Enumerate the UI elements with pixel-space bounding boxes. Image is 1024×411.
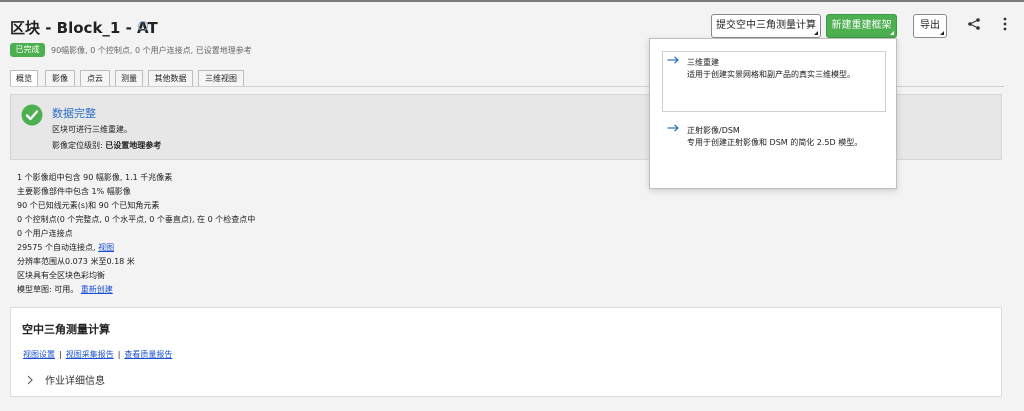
export-button[interactable]: 导出	[913, 14, 947, 38]
dropdown-corner-icon	[814, 31, 818, 35]
auto-tie-points-text: 29575 个自动连接点,	[17, 243, 99, 252]
stat-known-elements: 90 个已知线元素(s)和 90 个已知角元素	[17, 201, 160, 210]
panel-ready-text: 区块可进行三维重建。	[52, 125, 132, 134]
new-reconstruction-menu: 三维重建 适用于创建实景网格和副产品的真实三维模型。 正射影像/DSM 专用于创…	[649, 38, 897, 189]
chevron-right-icon	[27, 375, 33, 385]
dropdown-corner-icon	[940, 31, 944, 35]
tab-3d-view[interactable]: 三维视图	[198, 70, 244, 87]
stat-control-points: 0 个控制点(0 个完整点, 0 个水平点, 0 个垂直点), 在 0 个检查点…	[17, 215, 256, 224]
menu-item-description: 专用于创建正射影像和 DSM 的简化 2.5D 模型。	[687, 138, 863, 147]
panel-georef-text: 影像定位级别: 已设置地理参考	[52, 140, 161, 151]
card-title: 空中三角测量计算	[22, 323, 110, 336]
recreate-link[interactable]: 重新创建	[81, 285, 113, 294]
model-sketch-text: 模型草图: 可用。	[17, 285, 81, 294]
menu-item-ortho-dsm[interactable]: 正射影像/DSM 专用于创建正射影像和 DSM 的简化 2.5D 模型。	[662, 119, 886, 159]
stat-user-tie-points: 0 个用户连接点	[17, 229, 73, 238]
menu-item-title: 三维重建	[687, 58, 719, 67]
view-tie-points-link[interactable]: 视图	[98, 243, 114, 252]
more-vertical-icon[interactable]	[1002, 17, 1008, 31]
view-settings-link[interactable]: 视图设置	[23, 350, 55, 359]
submit-aerotriangulation-label: 提交空中三角测量计算	[716, 20, 816, 31]
stat-photos: 1 个影像组中包含 90 幅影像, 1.1 千兆像素	[17, 173, 173, 182]
tab-photos[interactable]: 影像	[45, 70, 75, 87]
link-separator: |	[59, 350, 62, 359]
arrow-right-icon	[667, 56, 679, 64]
georef-label: 影像定位级别:	[52, 141, 106, 150]
job-details-toggle[interactable]: 作业详细信息	[26, 372, 105, 387]
panel-title: 数据完整	[52, 107, 96, 120]
tab-overview[interactable]: 概览	[10, 70, 38, 87]
new-reconstruction-label: 新建重建框架	[831, 20, 892, 31]
share-icon[interactable]	[968, 18, 980, 30]
tab-point-cloud[interactable]: 点云	[80, 70, 110, 87]
check-circle-icon	[21, 104, 43, 126]
stat-resolution: 分辨率范围从0.073 米至0.18 米	[17, 257, 135, 266]
stat-auto-tie-points: 29575 个自动连接点, 视图	[17, 242, 114, 253]
card-links: 视图设置 | 视图采集报告 | 查看质量报告	[23, 349, 172, 360]
dropdown-corner-icon	[890, 31, 894, 35]
submit-aerotriangulation-button[interactable]: 提交空中三角测量计算	[711, 14, 821, 38]
stat-model-sketch: 模型草图: 可用。 重新创建	[17, 284, 113, 295]
menu-item-description: 适用于创建实景网格和副产品的真实三维模型。	[687, 70, 855, 79]
view-quality-report-link[interactable]: 查看质量报告	[124, 350, 172, 359]
stat-main-component: 主要影像部件中包含 1% 幅影像	[17, 187, 131, 196]
menu-item-3d-reconstruction[interactable]: 三维重建 适用于创建实景网格和副产品的真实三维模型。	[662, 51, 886, 112]
top-border	[0, 0, 1024, 2]
job-details-label: 作业详细信息	[45, 376, 105, 387]
status-summary: 90幅影像, 0 个控制点, 0 个用户连接点, 已设置地理参考	[51, 46, 252, 55]
tab-survey[interactable]: 测量	[115, 70, 143, 87]
stat-color-equalization: 区块具有全区块色彩均衡	[17, 271, 105, 280]
georef-value: 已设置地理参考	[105, 141, 162, 150]
export-label: 导出	[920, 20, 940, 31]
aerotriangulation-card: 空中三角测量计算 视图设置 | 视图采集报告 | 查看质量报告 作业详细信息	[10, 307, 1002, 397]
view-acquisition-report-link[interactable]: 视图采集报告	[66, 350, 114, 359]
arrow-right-icon	[667, 124, 679, 132]
new-reconstruction-button[interactable]: 新建重建框架	[826, 14, 897, 38]
tab-other-data[interactable]: 其他数据	[148, 70, 193, 87]
status-badge: 已完成	[10, 43, 45, 57]
menu-item-title: 正射影像/DSM	[687, 126, 740, 135]
info-icon[interactable]: i	[138, 21, 148, 31]
link-separator: |	[117, 350, 121, 359]
page-title: 区块 - Block_1 - AT	[10, 19, 158, 37]
